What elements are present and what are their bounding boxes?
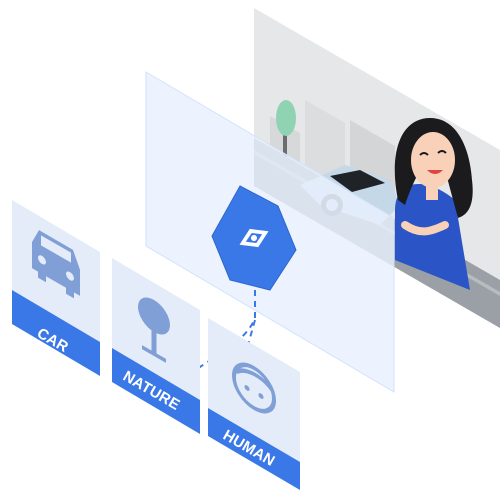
card-nature: NATURE — [112, 258, 200, 434]
card-human: HUMAN — [208, 318, 300, 490]
photo-person — [394, 118, 473, 290]
illustration-canvas: CAR NATURE HUMAN — [12, 8, 500, 490]
card-car: CAR — [12, 200, 100, 376]
